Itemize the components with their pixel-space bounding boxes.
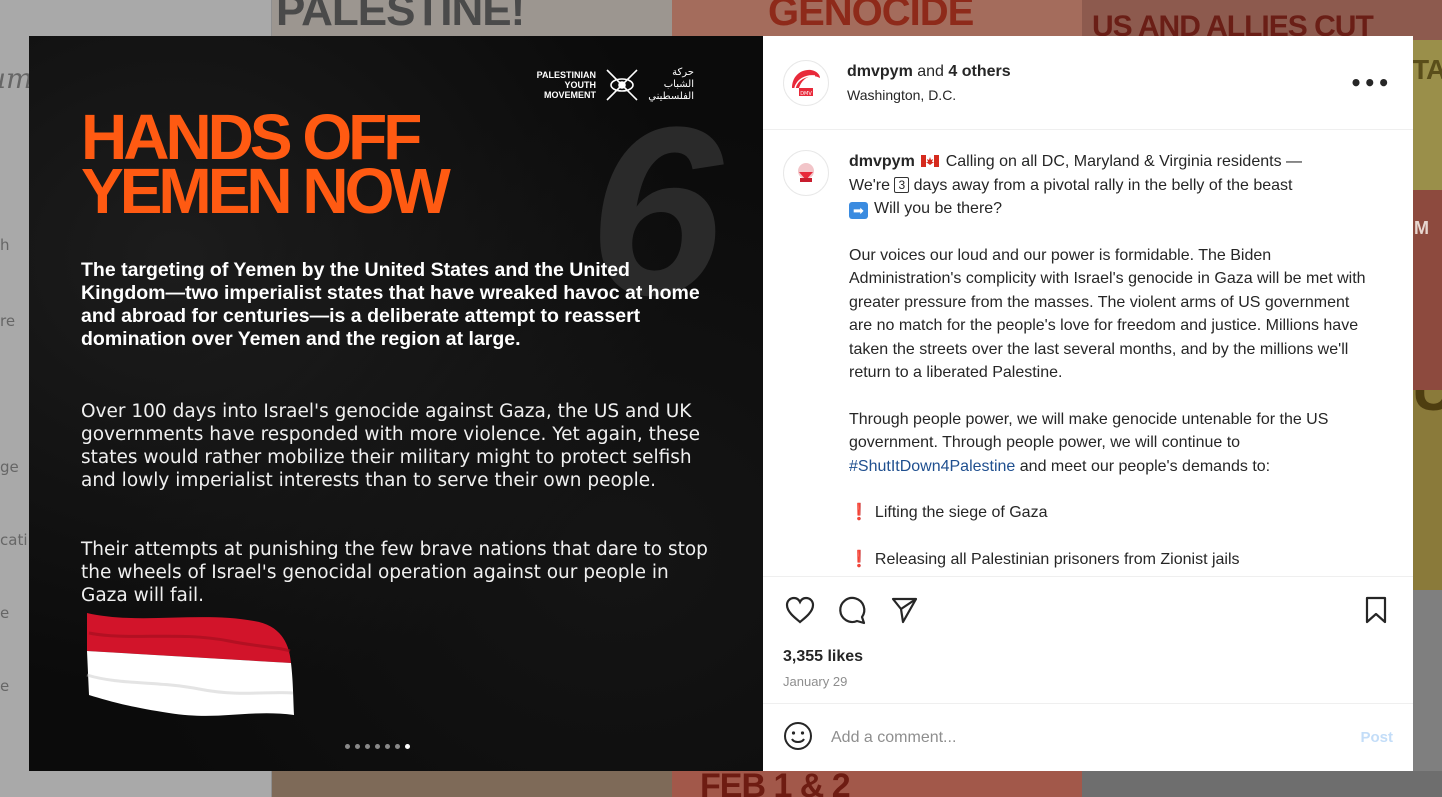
background-nav-item: cati (0, 531, 28, 549)
caption-paragraph-text: Through people power, we will make genoc… (849, 410, 1329, 452)
carousel-dot[interactable] (395, 744, 400, 749)
carousel-indicator (345, 744, 410, 749)
background-tile: US AND ALLIES CUT (1082, 0, 1442, 40)
background-tile: PALESTINE! (272, 0, 672, 40)
background-tile: TA (1412, 40, 1442, 190)
carousel-dot[interactable] (355, 744, 360, 749)
carousel-dot[interactable] (365, 744, 370, 749)
post-modal: 6 PALESTINIAN YOUTH MOVEMENT حركة الشباب… (29, 36, 1413, 771)
caption-avatar-logo-icon (798, 163, 814, 182)
organization-name-english: PALESTINIAN YOUTH MOVEMENT (536, 70, 596, 100)
background-nav-item: ge (0, 458, 19, 476)
background-tile-text: GENOCIDE (768, 0, 974, 34)
background-tile-text: M (1414, 218, 1429, 238)
caption-line-2-end: days away from a pivotal rally in the be… (913, 176, 1293, 194)
caption-line-2-start: We're (849, 176, 890, 194)
background-nav-item: e (0, 677, 10, 695)
caption-username[interactable]: dmvpym (849, 153, 915, 170)
demand-item: ❗ Lifting the siege of Gaza (849, 501, 1369, 525)
post-location[interactable]: Washington, D.C. (847, 87, 1350, 103)
demand-text: Lifting the siege of Gaza (874, 504, 1048, 521)
caption-question: Will you be there? (874, 200, 1003, 217)
author-avatar-logo-icon: DMV (792, 69, 820, 97)
caption-area[interactable]: dmvpym Calling on all DC, Maryland & Vir… (763, 130, 1413, 576)
more-options-icon[interactable]: ••• (1350, 71, 1391, 95)
background-tile-text: FEB 1 & 2 (700, 771, 851, 797)
post-details-panel: DMV dmvpym and 4 others Washington, D.C.… (763, 36, 1413, 771)
author-username[interactable]: dmvpym (847, 63, 913, 80)
post-comment-button[interactable]: Post (1360, 729, 1393, 746)
post-image-slide[interactable]: 6 PALESTINIAN YOUTH MOVEMENT حركة الشباب… (29, 36, 763, 771)
background-nav-item: h (0, 236, 10, 254)
caption-intro: dmvpym Calling on all DC, Maryland & Vir… (849, 150, 1369, 221)
post-action-bar (763, 576, 1413, 642)
caption-paragraph-text: and meet our people's demands to: (1019, 457, 1271, 475)
slide-headline: HANDS OFF YEMEN NOW (81, 101, 451, 227)
caption-paragraph: Our voices our loud and our power is for… (849, 246, 1366, 382)
yemen-flag-image (86, 613, 294, 716)
svg-text:DMV: DMV (800, 91, 812, 97)
comment-bubble-icon[interactable] (835, 593, 869, 627)
canada-flag-emoji-icon (921, 155, 940, 167)
paper-plane-icon[interactable] (887, 593, 921, 627)
post-date[interactable]: January 29 (763, 666, 1413, 703)
heart-icon[interactable] (783, 593, 817, 627)
post-header-text: dmvpym and 4 others Washington, D.C. (847, 63, 1350, 103)
background-tile: GENOCIDE (672, 0, 1082, 40)
post-caption: dmvpym Calling on all DC, Maryland & Vir… (849, 150, 1369, 576)
background-tile: FEB 1 & 2 (672, 771, 1082, 797)
organization-logo: PALESTINIAN YOUTH MOVEMENT حركة الشباب ا… (534, 63, 694, 107)
keycap-number-emoji: 3 (894, 176, 910, 193)
right-arrow-emoji-icon: ➡ (849, 202, 868, 219)
slide-paragraph: Their attempts at punishing the few brav… (81, 539, 708, 606)
background-logo: um (0, 62, 33, 95)
caption-line-1: Calling on all DC, Maryland & Virginia r… (945, 153, 1303, 170)
background-tile-text: UT (1412, 390, 1442, 420)
background-nav-item: re (0, 312, 16, 330)
carousel-dot[interactable] (385, 744, 390, 749)
organization-name-arabic: حركة الشباب الفلسطيني (648, 67, 694, 102)
bookmark-icon[interactable] (1359, 593, 1393, 627)
likes-count[interactable]: 3,355 likes (763, 642, 1413, 666)
exclamation-emoji-icon: ❗ (849, 504, 869, 521)
author-line: dmvpym and 4 others (847, 63, 1350, 81)
background-tile: M (1412, 190, 1442, 390)
background-nav-item: e (0, 604, 10, 622)
demand-text: Releasing all Palestinian prisoners from… (874, 550, 1240, 568)
demand-item: ❗ Releasing all Palestinian prisoners fro… (849, 548, 1369, 572)
background-tile-text: PALESTINE! (276, 0, 525, 35)
author-avatar[interactable]: DMV (783, 59, 829, 106)
carousel-dot[interactable] (405, 744, 410, 749)
hashtag-link[interactable]: #ShutItDown4Palestine (849, 458, 1015, 475)
slide-paragraph: Over 100 days into Israel's genocide aga… (81, 401, 701, 491)
post-header: DMV dmvpym and 4 others Washington, D.C.… (763, 36, 1413, 130)
background-tile (1082, 771, 1442, 797)
carousel-dot[interactable] (375, 744, 380, 749)
background-tile (272, 771, 672, 797)
background-tile (1412, 590, 1442, 797)
slide-lead-paragraph: The targeting of Yemen by the United Sta… (81, 259, 700, 350)
background-tile-text: TA (1412, 54, 1442, 85)
carousel-dot[interactable] (345, 744, 350, 749)
caption-paragraph: Through people power, we will make genoc… (849, 408, 1369, 479)
smiley-icon[interactable] (783, 721, 813, 755)
organization-emblem-icon (606, 69, 638, 101)
background-tile: UT (1412, 390, 1442, 590)
author-conjunction: and (917, 62, 944, 80)
exclamation-emoji-icon: ❗ (849, 550, 869, 568)
coauthors-link[interactable]: 4 others (948, 63, 1010, 80)
comment-bar: Post (763, 703, 1413, 771)
comment-input[interactable] (831, 728, 1361, 747)
caption-author-avatar[interactable] (783, 150, 829, 196)
